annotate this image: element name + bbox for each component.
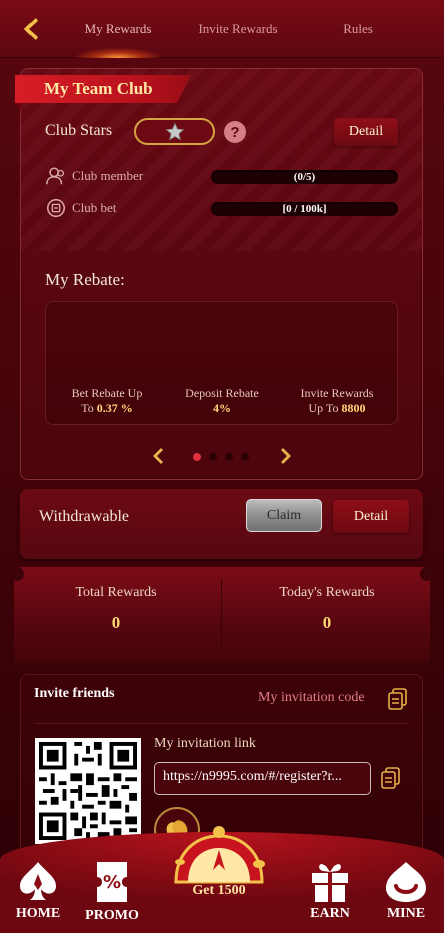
rewards-divider: [221, 579, 222, 649]
club-stars-label: Club Stars: [45, 122, 113, 139]
prev-arrow-icon[interactable]: [151, 447, 165, 465]
pager-dot[interactable]: [193, 453, 201, 461]
total-rewards-label: Total Rewards: [75, 585, 157, 600]
app-root: My Rewards Invite Rewards Rules My Team …: [0, 0, 444, 933]
next-arrow-icon[interactable]: [279, 447, 293, 465]
total-rewards-value: 0: [111, 613, 121, 632]
rebate-item-deposit-value: 4%: [213, 401, 231, 415]
pager-dot[interactable]: [241, 453, 249, 461]
back-arrow-icon: [23, 18, 38, 40]
rebate-item-deposit-line1: Deposit Rebate: [185, 386, 259, 400]
qr-code-image: [39, 742, 137, 840]
get-bonus-button[interactable]: Get 1500: [166, 824, 272, 920]
rebate-item-bet: Bet Rebate Up To 0.37 %: [52, 386, 162, 416]
club-bet-progress: [0 / 100k]: [211, 202, 398, 216]
rewards-summary: Total Rewards 0 Today's Rewards 0: [10, 567, 434, 663]
ribbon-fold: [15, 103, 21, 111]
invite-separator: [34, 723, 409, 724]
rebate-item-bet-value: 0.37 %: [96, 401, 133, 415]
rebate-item-invite-value: 8800: [341, 401, 366, 415]
invite-title: Invite friends: [34, 686, 115, 701]
rebate-item-invite-prefix: Up To: [308, 401, 342, 415]
pager-dot[interactable]: [209, 453, 217, 461]
nav-mine[interactable]: MINE: [378, 860, 434, 922]
coupon-icon: %: [97, 862, 127, 902]
claim-button[interactable]: Claim: [246, 499, 322, 532]
top-nav: My Rewards Invite Rewards Rules: [0, 0, 444, 58]
withdrawable-panel: Withdrawable Claim Detail: [20, 489, 423, 559]
invitation-link-field[interactable]: https://n9995.com/#/register?r...: [154, 762, 371, 795]
rebate-item-bet-prefix: To: [81, 401, 97, 415]
club-stars-badge: [134, 118, 215, 145]
club-member-label: Club member: [72, 168, 144, 183]
club-bet-label: Club bet: [72, 200, 117, 215]
invitation-code-label[interactable]: My invitation code: [258, 690, 365, 706]
spade-icon: [20, 862, 56, 900]
help-icon[interactable]: ?: [224, 121, 246, 143]
club-bet-value: [0 / 100k]: [282, 203, 327, 215]
club-bet-row: Club bet [0 / 100k]: [45, 197, 405, 221]
rebate-item-bet-line1: Bet Rebate Up: [71, 386, 143, 400]
tab-my-rewards[interactable]: My Rewards: [58, 0, 178, 58]
nav-earn[interactable]: EARN: [302, 860, 358, 922]
team-club-card: My Team Club Club Stars ? Detail Club me…: [15, 68, 423, 480]
star-icon: [165, 122, 184, 140]
back-button[interactable]: [16, 12, 46, 46]
withdraw-detail-button[interactable]: Detail: [333, 500, 409, 533]
nav-promo[interactable]: % PROMO: [84, 860, 140, 924]
member-icon: [46, 167, 64, 185]
rebate-item-invite-line1: Invite Rewards: [300, 386, 374, 400]
club-member-value: (0/5): [293, 171, 316, 183]
total-rewards: Total Rewards 0: [21, 585, 211, 633]
rebate-item-invite: Invite Rewards Up To 8800: [282, 386, 392, 416]
copy-link-icon[interactable]: [381, 767, 401, 789]
tab-invite-rewards[interactable]: Invite Rewards: [178, 0, 298, 58]
copy-code-icon[interactable]: [388, 688, 408, 710]
rebate-title: My Rebate:: [45, 270, 125, 289]
today-rewards: Today's Rewards 0: [232, 585, 422, 633]
club-detail-button[interactable]: Detail: [334, 118, 398, 146]
rebate-box: Bet Rebate Up To 0.37 % Deposit Rebate 4…: [45, 301, 398, 425]
nav-promo-label: PROMO: [85, 908, 139, 923]
nav-earn-label: EARN: [310, 906, 350, 921]
qr-code: [35, 738, 141, 844]
today-rewards-value: 0: [322, 613, 332, 632]
today-rewards-label: Today's Rewards: [279, 585, 375, 600]
rebate-item-deposit: Deposit Rebate 4%: [167, 386, 277, 416]
mine-icon: [386, 862, 426, 902]
banner-curl: [10, 567, 24, 581]
nav-mine-label: MINE: [386, 906, 426, 921]
team-club-title: My Team Club: [15, 75, 191, 103]
withdrawable-label: Withdrawable: [39, 508, 129, 525]
club-member-row: Club member (0/5): [45, 165, 405, 189]
banner-curl: [420, 567, 434, 581]
gift-icon: [312, 864, 348, 902]
club-member-progress: (0/5): [211, 170, 398, 184]
get-bonus-label: Get 1500: [192, 883, 246, 898]
nav-home[interactable]: HOME: [10, 860, 66, 922]
tab-rules[interactable]: Rules: [298, 0, 418, 58]
svg-text:%: %: [103, 872, 121, 893]
invitation-link-label: My invitation link: [154, 736, 256, 751]
pager-dot[interactable]: [225, 453, 233, 461]
coin-bag-icon: [47, 199, 65, 217]
nav-home-label: HOME: [15, 906, 61, 921]
rebate-pager: [21, 445, 422, 467]
